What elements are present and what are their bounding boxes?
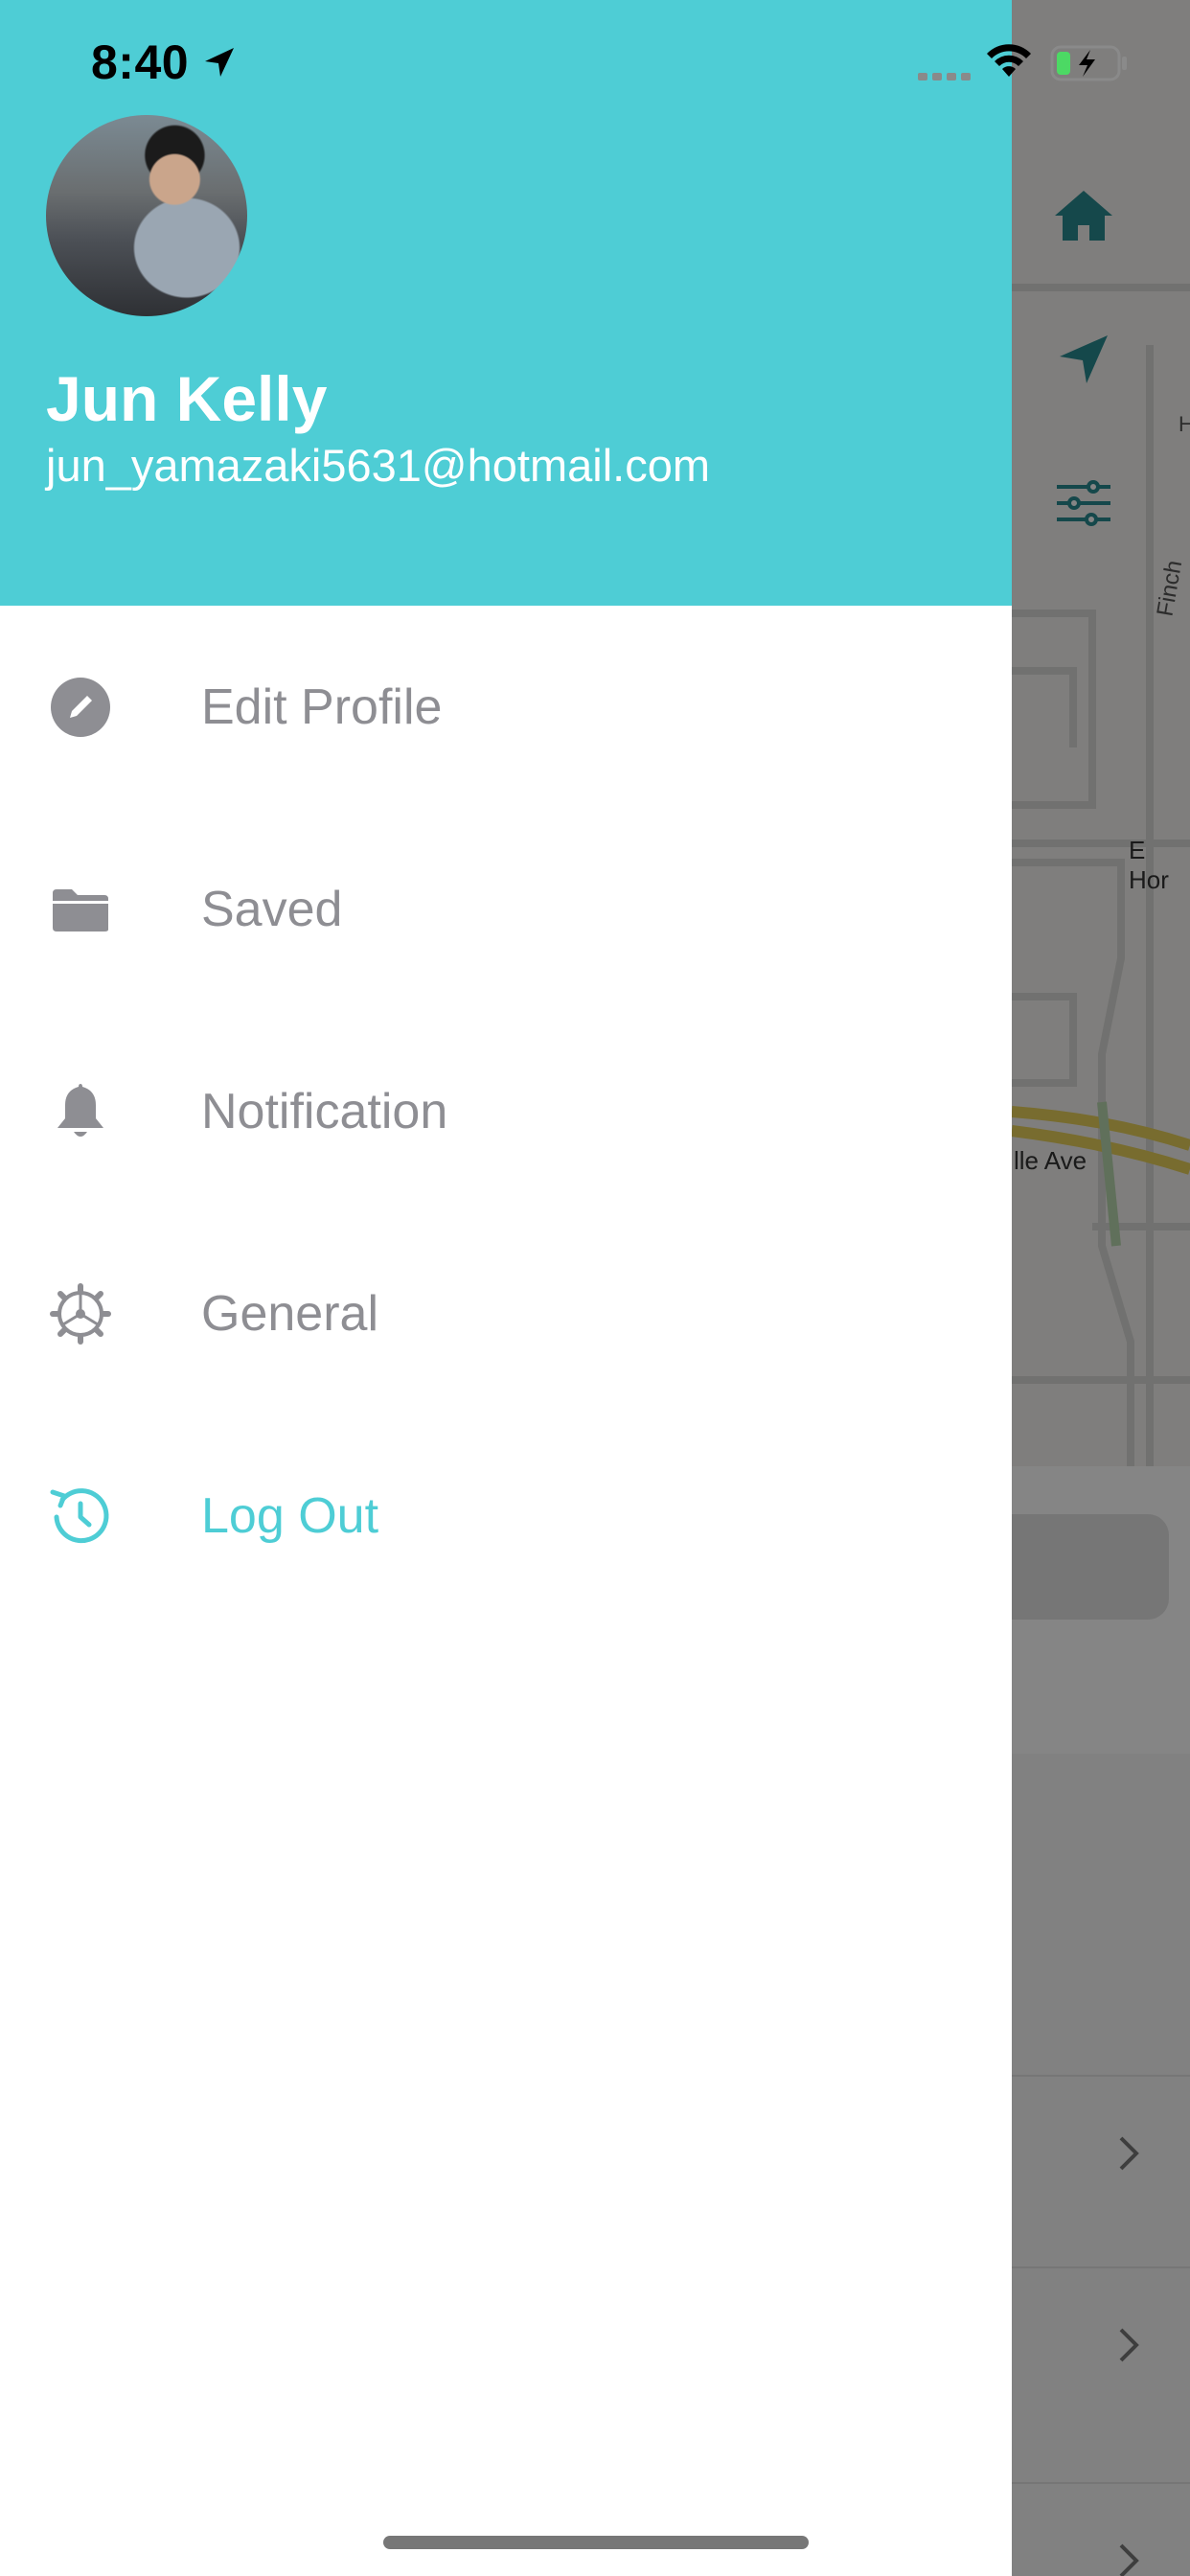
status-bar: 8:40 bbox=[0, 0, 1190, 126]
app-root: Finch E Hor lle Ave H 8:40 Jun Kelly jun… bbox=[0, 0, 1190, 2576]
gear-icon bbox=[48, 1281, 113, 1346]
location-arrow-icon bbox=[205, 48, 234, 77]
user-email: jun_yamazaki5631@hotmail.com bbox=[46, 440, 710, 491]
menu-item-notification[interactable]: Notification bbox=[0, 1010, 1012, 1212]
menu-item-log-out[interactable]: Log Out bbox=[0, 1414, 1012, 1617]
menu-item-edit-profile[interactable]: Edit Profile bbox=[0, 606, 1012, 808]
folder-icon bbox=[48, 877, 113, 942]
menu-label-saved: Saved bbox=[201, 882, 343, 937]
menu-label-general: General bbox=[201, 1286, 378, 1342]
signal-icon bbox=[918, 73, 971, 80]
home-indicator[interactable] bbox=[383, 2536, 809, 2549]
side-drawer: Jun Kelly jun_yamazaki5631@hotmail.com E… bbox=[0, 0, 1012, 2576]
edit-pencil-icon bbox=[48, 675, 113, 740]
avatar[interactable] bbox=[46, 115, 247, 316]
battery-charging-icon bbox=[1050, 45, 1127, 81]
bell-icon bbox=[48, 1079, 113, 1144]
menu-label-notification: Notification bbox=[201, 1084, 448, 1139]
status-time: 8:40 bbox=[91, 35, 190, 89]
menu-item-saved[interactable]: Saved bbox=[0, 808, 1012, 1010]
logout-icon bbox=[48, 1484, 113, 1549]
user-name: Jun Kelly bbox=[46, 363, 328, 434]
menu-label-log-out: Log Out bbox=[201, 1488, 379, 1544]
wifi-icon bbox=[987, 44, 1031, 77]
menu-label-edit-profile: Edit Profile bbox=[201, 679, 443, 735]
menu-item-general[interactable]: General bbox=[0, 1212, 1012, 1414]
